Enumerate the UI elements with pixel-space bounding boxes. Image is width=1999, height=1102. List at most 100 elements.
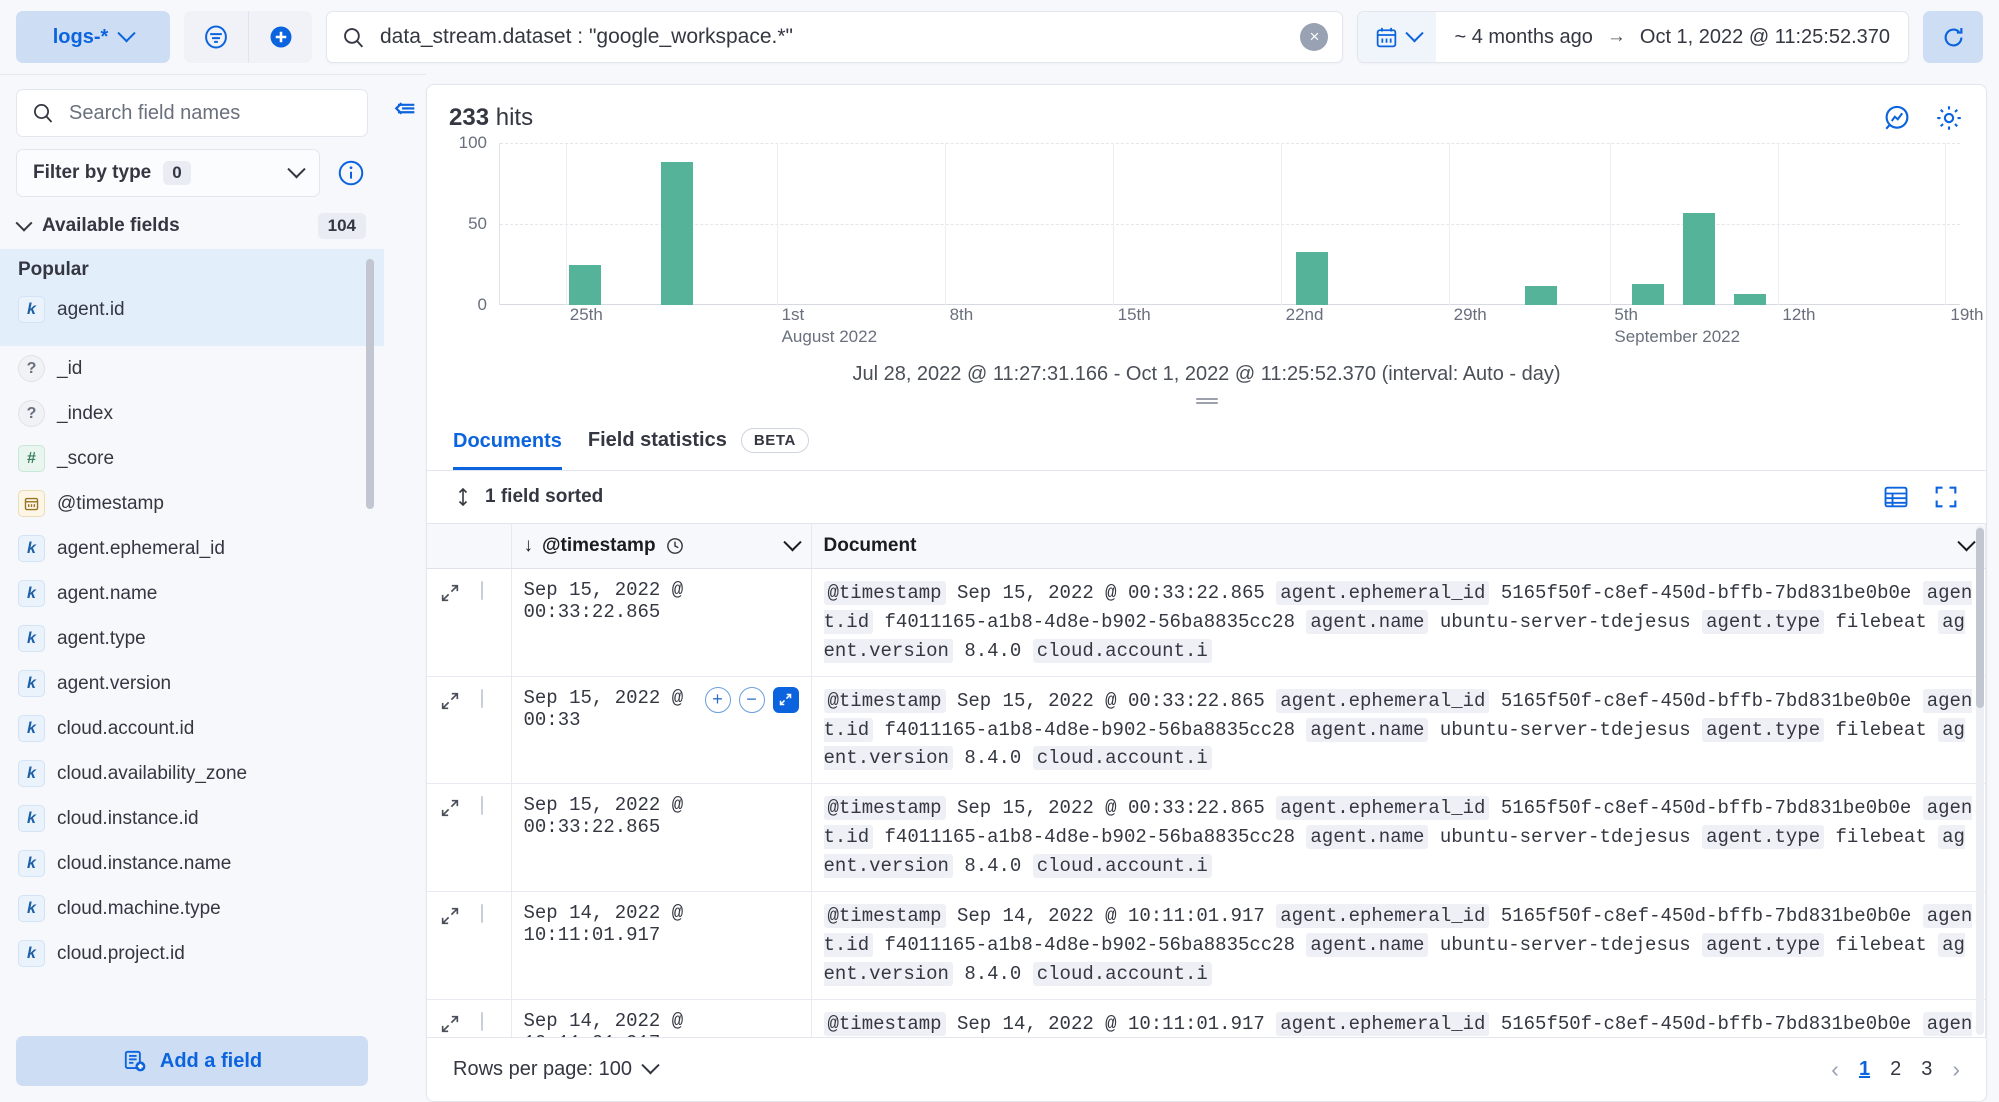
expand-row-icon[interactable]: [439, 690, 461, 712]
field-item-index[interactable]: ?_index: [0, 391, 384, 436]
row-checkbox[interactable]: [481, 689, 483, 708]
query-input[interactable]: data_stream.dataset : "google_workspace.…: [380, 25, 1286, 49]
histogram-bar[interactable]: [569, 265, 601, 306]
sidebar-scrollbar[interactable]: [366, 259, 374, 509]
timestamp-cell[interactable]: Sep 14, 2022 @ 10:11:01.917: [511, 999, 811, 1037]
timestamp-cell[interactable]: Sep 15, 2022 @ 00:33:22.865: [511, 784, 811, 892]
field-item-cloud-availability-zone[interactable]: kcloud.availability_zone: [0, 751, 384, 796]
hits-histogram[interactable]: 050100 25th1stAugust 20228th15th22nd29th…: [453, 143, 1960, 333]
row-checkbox[interactable]: [481, 581, 483, 600]
chart-options-icon[interactable]: [1882, 103, 1912, 133]
column-header-timestamp[interactable]: ↓ @timestamp: [511, 524, 811, 569]
document-summary: @timestamp Sep 14, 2022 @ 10:11:01.917 a…: [824, 902, 1974, 989]
grid-density-icon[interactable]: [1882, 483, 1910, 511]
field-item-agent-ephemeral-id[interactable]: kagent.ephemeral_id: [0, 526, 384, 571]
row-checkbox[interactable]: [481, 904, 483, 923]
field-item-cloud-account-id[interactable]: kcloud.account.id: [0, 706, 384, 751]
field-item-agent-version[interactable]: kagent.version: [0, 661, 384, 706]
pagination-page-2[interactable]: 2: [1890, 1058, 1901, 1081]
panel-resize-handle[interactable]: [427, 392, 1986, 416]
x-axis-tick-sublabel: August 2022: [782, 327, 877, 347]
document-field-key: agent.name: [1306, 718, 1428, 742]
table-row[interactable]: Sep 15, 2022 @ 00:33:22.865@timestamp Se…: [427, 784, 1986, 892]
expand-row-icon[interactable]: [439, 1013, 461, 1035]
tab-documents[interactable]: Documents: [453, 418, 562, 470]
filter-for-value-icon[interactable]: +: [705, 687, 731, 713]
date-quick-select-button[interactable]: [1358, 12, 1436, 62]
refresh-button[interactable]: [1923, 11, 1983, 63]
table-row[interactable]: Sep 15, 2022 @ 00:33:22.865@timestamp Se…: [427, 569, 1986, 677]
filter-by-type-button[interactable]: Filter by type 0: [16, 149, 320, 197]
histogram-bar[interactable]: [1296, 252, 1328, 305]
document-cell[interactable]: @timestamp Sep 14, 2022 @ 10:11:01.917 a…: [811, 891, 1986, 999]
histogram-bar[interactable]: [1734, 294, 1766, 305]
query-bar[interactable]: data_stream.dataset : "google_workspace.…: [326, 11, 1343, 63]
add-filter-button[interactable]: [248, 11, 312, 63]
fullscreen-icon[interactable]: [1932, 483, 1960, 511]
row-checkbox[interactable]: [481, 796, 483, 815]
y-axis-tick: 100: [459, 133, 487, 153]
expand-row-icon[interactable]: [439, 797, 461, 819]
table-row[interactable]: Sep 14, 2022 @ 10:11:01.917@timestamp Se…: [427, 999, 1986, 1037]
expand-row-icon[interactable]: [439, 905, 461, 927]
expand-cell-icon[interactable]: [773, 687, 799, 713]
pagination-next-button[interactable]: ›: [1952, 1056, 1960, 1083]
timestamp-cell[interactable]: Sep 14, 2022 @ 10:11:01.917: [511, 891, 811, 999]
field-search-placeholder[interactable]: Search field names: [69, 102, 240, 125]
field-item-agent-name[interactable]: kagent.name: [0, 571, 384, 616]
field-item-timestamp[interactable]: @timestamp: [0, 481, 384, 526]
filter-icon-button[interactable]: [184, 11, 248, 63]
field-item-cloud-instance-id[interactable]: kcloud.instance.id: [0, 796, 384, 841]
field-item-cloud-instance-name[interactable]: kcloud.instance.name: [0, 841, 384, 886]
gear-icon[interactable]: [1934, 103, 1964, 133]
add-a-field-button[interactable]: Add a field: [16, 1036, 368, 1086]
date-start-value[interactable]: ~ 4 months ago: [1454, 26, 1592, 49]
pagination-page-3[interactable]: 3: [1921, 1058, 1932, 1081]
main-body: Search field names Filter by type 0: [0, 74, 1999, 1102]
field-item-score[interactable]: #_score: [0, 436, 384, 481]
tab-field-statistics[interactable]: Field statistics BETA: [588, 416, 809, 470]
field-item-agent-id[interactable]: k agent.id: [0, 287, 384, 332]
data-view-selector[interactable]: logs-*: [16, 11, 170, 63]
clear-query-button[interactable]: ×: [1300, 23, 1328, 51]
histogram-bar[interactable]: [1632, 284, 1664, 305]
collapse-sidebar-icon[interactable]: [391, 95, 419, 1102]
histogram-bar[interactable]: [661, 162, 693, 305]
field-item-cloud-project-id[interactable]: kcloud.project.id: [0, 931, 384, 976]
field-search-box[interactable]: Search field names: [16, 89, 368, 137]
x-axis-tick: 1stAugust 2022: [782, 305, 877, 347]
document-cell[interactable]: @timestamp Sep 15, 2022 @ 00:33:22.865 a…: [811, 784, 1986, 892]
table-row[interactable]: Sep 15, 2022 @ 00:33+−@timestamp Sep 15,…: [427, 676, 1986, 784]
row-checkbox[interactable]: [481, 1012, 483, 1031]
field-item-cloud-machine-type[interactable]: kcloud.machine.type: [0, 886, 384, 931]
table-scrollbar-thumb[interactable]: [1976, 528, 1984, 708]
sort-label[interactable]: 1 field sorted: [485, 486, 603, 508]
sort-icon[interactable]: [453, 486, 473, 508]
document-cell[interactable]: @timestamp Sep 14, 2022 @ 10:11:01.917 a…: [811, 999, 1986, 1037]
fields-info-button[interactable]: [334, 156, 368, 190]
histogram-bar[interactable]: [1683, 213, 1715, 305]
document-cell[interactable]: @timestamp Sep 15, 2022 @ 00:33:22.865 a…: [811, 569, 1986, 677]
available-fields-header[interactable]: Available fields 104: [0, 197, 384, 249]
table-body: Sep 15, 2022 @ 00:33:22.865@timestamp Se…: [427, 569, 1986, 1038]
document-cell[interactable]: @timestamp Sep 15, 2022 @ 00:33:22.865 a…: [811, 676, 1986, 784]
rows-per-page-button[interactable]: Rows per page: 100: [453, 1058, 657, 1081]
date-range-display[interactable]: ~ 4 months ago → Oct 1, 2022 @ 11:25:52.…: [1436, 26, 1908, 49]
y-axis-tick: 50: [468, 214, 487, 234]
field-item-agent-type[interactable]: kagent.type: [0, 616, 384, 661]
field-item-id[interactable]: ?_id: [0, 346, 384, 391]
pagination-prev-button[interactable]: ‹: [1831, 1056, 1839, 1083]
timestamp-cell[interactable]: Sep 15, 2022 @ 00:33:22.865: [511, 569, 811, 677]
field-type-date-icon: [18, 490, 45, 517]
x-axis-tick: 22nd: [1286, 305, 1324, 325]
date-end-value[interactable]: Oct 1, 2022 @ 11:25:52.370: [1640, 26, 1890, 49]
chevron-down-icon[interactable]: [783, 533, 801, 551]
column-header-document[interactable]: Document: [811, 524, 1986, 569]
pagination-page-1[interactable]: 1: [1859, 1058, 1870, 1081]
timestamp-cell[interactable]: Sep 15, 2022 @ 00:33+−: [511, 676, 811, 784]
filter-out-value-icon[interactable]: −: [739, 687, 765, 713]
expand-row-icon[interactable]: [439, 582, 461, 604]
table-row[interactable]: Sep 14, 2022 @ 10:11:01.917@timestamp Se…: [427, 891, 1986, 999]
chevron-down-icon[interactable]: [1957, 533, 1975, 551]
histogram-bar[interactable]: [1525, 286, 1557, 305]
